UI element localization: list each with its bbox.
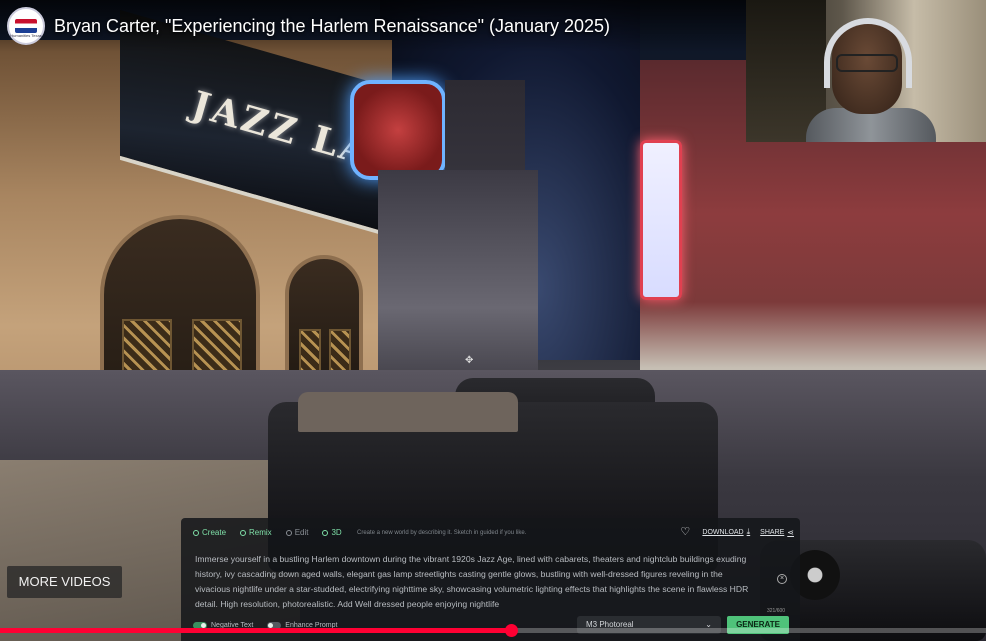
neon-sign (350, 80, 446, 180)
download-icon: ⤓ (746, 527, 751, 536)
video-title-bar: Humanities Texas Bryan Carter, "Experien… (0, 0, 746, 52)
progress-scrubber[interactable] (504, 624, 518, 637)
speaker-webcam (746, 0, 986, 142)
glasses (836, 54, 898, 72)
tab-create[interactable]: Create (193, 528, 226, 537)
channel-logo-caption: Humanities Texas (10, 33, 42, 38)
video-title[interactable]: Bryan Carter, "Experiencing the Harlem R… (54, 16, 610, 37)
tab-edit[interactable]: Edit (285, 528, 309, 537)
move-cursor-icon: ✥ (465, 355, 474, 366)
share-button[interactable]: SHARE ⋖ (760, 528, 794, 537)
download-button[interactable]: DOWNLOAD ⤓ (702, 527, 750, 537)
character-count: 321/600 (767, 608, 786, 614)
street-buildings (378, 170, 538, 400)
cube-icon (322, 529, 329, 536)
tab-label: Edit (294, 528, 309, 537)
channel-avatar[interactable] (7, 7, 45, 45)
tab-label: 3D (331, 528, 342, 537)
heart-icon[interactable]: ♡ (680, 526, 692, 538)
headphones-icon (824, 18, 912, 88)
generator-tabs: Create Remix Edit 3D (193, 528, 342, 537)
car-roof (298, 392, 518, 432)
texas-flag-icon (15, 19, 37, 33)
video-progress-bar[interactable] (0, 624, 986, 637)
more-videos-button[interactable]: MORE VIDEOS (7, 566, 122, 598)
edit-icon (285, 529, 292, 536)
world-generator-panel: Create Remix Edit 3D Create a new world … (181, 518, 800, 641)
share-label: SHARE (760, 528, 785, 536)
generator-actions: ♡ DOWNLOAD ⤓ SHARE ⋖ (680, 526, 794, 538)
tab-label: Create (202, 528, 227, 537)
download-label: DOWNLOAD (702, 528, 744, 536)
progress-played (0, 628, 511, 633)
vertical-neon-sign (640, 140, 682, 300)
prompt-textarea[interactable]: Immerse yourself in a bustling Harlem do… (195, 552, 755, 612)
remix-icon (240, 529, 247, 536)
create-icon (193, 529, 199, 536)
tab-remix[interactable]: Remix (240, 528, 272, 537)
clear-prompt-icon[interactable]: × (777, 574, 787, 584)
generator-hint: Create a new world by describing it. Ske… (357, 530, 527, 536)
tab-3d[interactable]: 3D (322, 528, 342, 537)
share-icon: ⋖ (787, 527, 794, 537)
tab-label: Remix (249, 528, 272, 537)
